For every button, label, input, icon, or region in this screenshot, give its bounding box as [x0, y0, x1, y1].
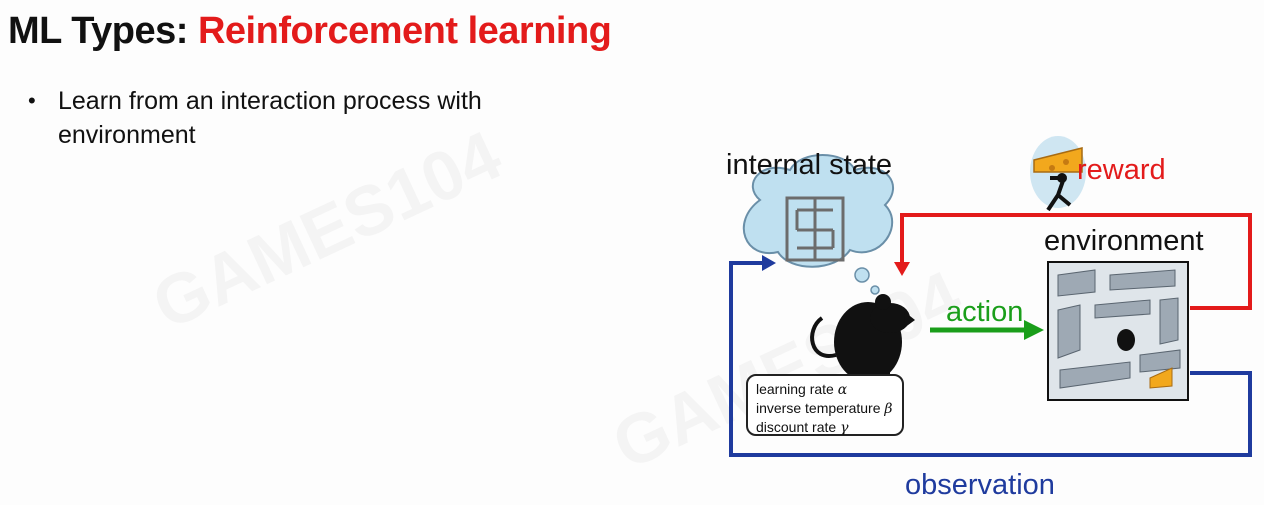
- reward-arrowhead: [894, 262, 910, 276]
- param-learning-rate: learning rate α: [756, 381, 848, 398]
- rat-icon: [810, 294, 915, 382]
- gamma-symbol: γ: [840, 420, 849, 436]
- alpha-symbol: α: [837, 382, 848, 398]
- reward-label: reward: [1077, 154, 1166, 186]
- action-arrowhead: [1024, 320, 1044, 340]
- observation-label: observation: [905, 469, 1055, 501]
- param-inverse-temperature: inverse temperature β: [756, 400, 893, 417]
- beta-symbol: β: [884, 401, 893, 417]
- slide: GAMES104 GAMES104 ML Types: Reinforcemen…: [0, 0, 1264, 505]
- internal-state-label: internal state: [726, 149, 893, 181]
- environment-label: environment: [1044, 225, 1204, 257]
- observation-arrowhead: [762, 255, 776, 271]
- action-label: action: [946, 296, 1024, 328]
- parameter-box: learning rate α inverse temperature β di…: [746, 374, 904, 436]
- maze-environment-icon: [1047, 261, 1189, 401]
- param-discount-rate: discount rate γ: [756, 419, 849, 436]
